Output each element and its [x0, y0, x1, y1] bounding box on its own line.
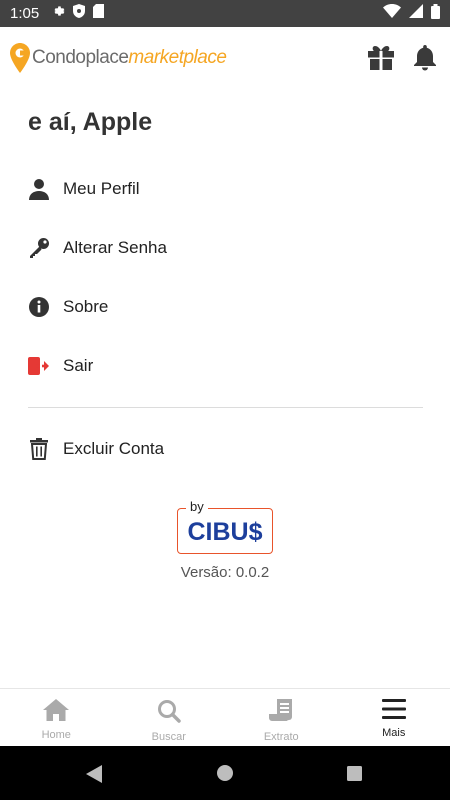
logout-icon	[27, 354, 51, 378]
home-circle-icon[interactable]	[217, 765, 233, 786]
menu-item-label: Sair	[63, 356, 94, 375]
nav-label: Extrato	[263, 731, 299, 743]
battery-icon	[431, 3, 440, 24]
menu-item-label: Meu Perfil	[63, 179, 140, 198]
menu-item-alterar-senha[interactable]: Alterar Senha	[0, 226, 450, 270]
brand-suffix: marketplace	[128, 47, 227, 68]
nav-item-mais[interactable]: Mais	[338, 689, 450, 747]
receipt-icon	[269, 699, 293, 728]
home-icon	[43, 699, 70, 726]
menu-item-meu-perfil[interactable]: Meu Perfil	[0, 167, 450, 211]
nav-label: Mais	[382, 727, 406, 739]
partner-logo: CIBU$	[187, 518, 263, 546]
app-header: Condoplace marketplace	[0, 27, 450, 87]
menu-item-label: Excluir Conta	[63, 439, 165, 458]
signal-icon	[409, 4, 423, 23]
gift-icon[interactable]	[367, 44, 395, 75]
person-icon	[27, 177, 51, 201]
nav-item-extrato[interactable]: Extrato	[225, 689, 338, 747]
bottom-nav: Home Buscar Extrato Mais	[0, 688, 450, 747]
greeting-title: e aí, Apple	[28, 108, 153, 136]
sdcard-icon	[93, 4, 105, 23]
info-icon	[27, 295, 51, 319]
notification-bell-icon[interactable]	[413, 43, 437, 76]
recents-icon[interactable]	[347, 766, 362, 786]
status-icons-right	[383, 3, 440, 24]
partner-badge: by CIBU$	[177, 499, 273, 554]
trash-icon	[27, 437, 51, 461]
menu-item-sair[interactable]: Sair	[0, 344, 450, 388]
nav-label: Home	[41, 729, 71, 741]
wifi-icon	[383, 4, 401, 23]
menu-item-label: Alterar Senha	[63, 238, 167, 257]
divider	[28, 407, 423, 408]
app-logo: Condoplace marketplace	[10, 43, 227, 73]
nav-item-home[interactable]: Home	[0, 689, 113, 747]
shield-icon	[73, 4, 86, 23]
menu-item-sobre[interactable]: Sobre	[0, 285, 450, 329]
menu-item-label: Sobre	[63, 297, 109, 316]
status-bar: 1:05	[0, 0, 450, 27]
partner-by-label: by	[186, 499, 208, 514]
search-icon	[157, 699, 181, 728]
settings-icon	[51, 4, 65, 23]
nav-label: Buscar	[151, 731, 186, 743]
nav-item-buscar[interactable]: Buscar	[113, 689, 226, 747]
back-icon[interactable]	[86, 765, 102, 788]
key-icon	[27, 236, 51, 260]
status-time: 1:05	[10, 5, 40, 22]
menu-icon	[381, 699, 406, 724]
location-pin-logo-icon	[10, 43, 30, 73]
menu-item-excluir-conta[interactable]: Excluir Conta	[0, 427, 450, 471]
brand-name: Condoplace	[32, 47, 129, 68]
app-version: Versão: 0.0.2	[180, 564, 270, 581]
system-nav-bar	[0, 746, 450, 800]
status-icons-left	[51, 4, 105, 23]
